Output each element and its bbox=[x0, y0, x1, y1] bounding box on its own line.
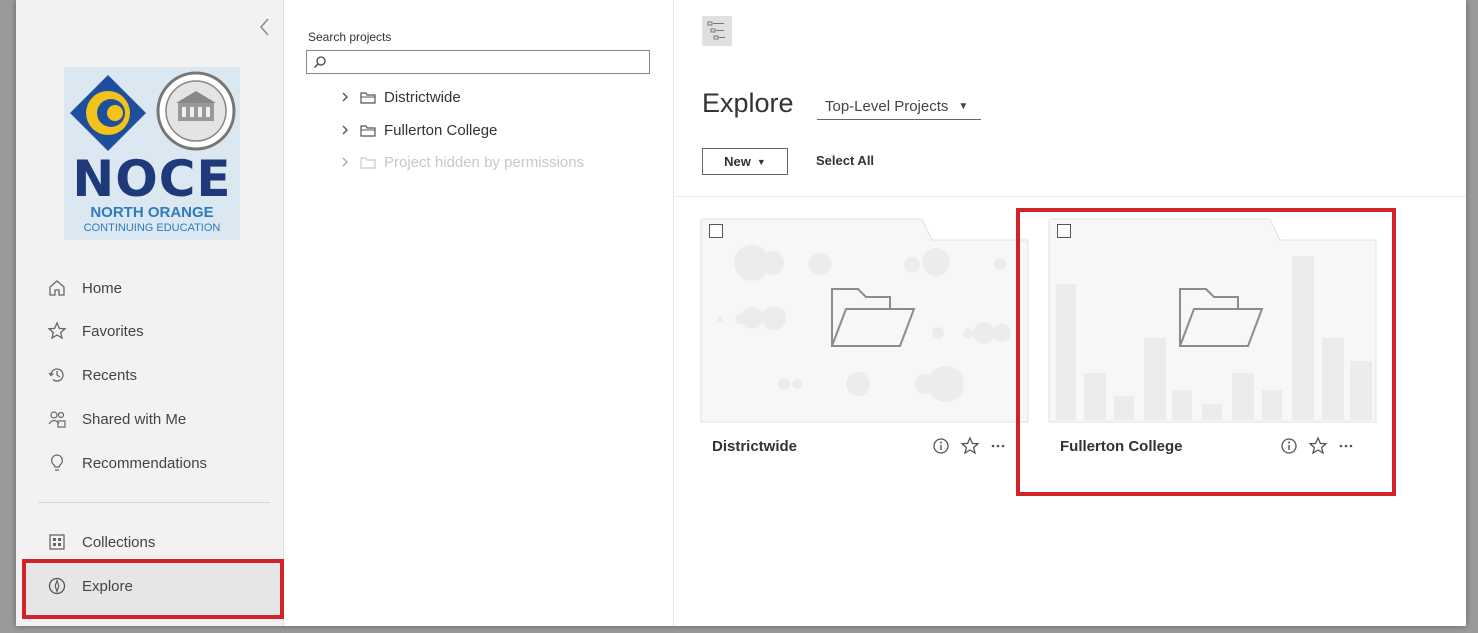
folder-icon bbox=[360, 123, 378, 137]
sidebar-item-recents[interactable]: Recents bbox=[46, 360, 137, 390]
sidebar-item-label: Home bbox=[82, 279, 123, 297]
search-icon bbox=[314, 56, 326, 68]
tree-item-label: Project hidden by permissions bbox=[384, 153, 585, 171]
tree-item-hidden-project: Project hidden by permissions bbox=[340, 151, 584, 173]
star-icon[interactable] bbox=[960, 436, 980, 456]
info-icon[interactable] bbox=[1280, 437, 1298, 455]
chevron-right-icon[interactable] bbox=[340, 124, 354, 136]
logo-brand: NOCE bbox=[72, 150, 232, 208]
sidebar-divider bbox=[38, 502, 270, 503]
sidebar-item-favorites[interactable]: Favorites bbox=[46, 316, 144, 346]
sidebar-item-explore[interactable]: Explore bbox=[46, 571, 133, 601]
sidebar-item-label: Shared with Me bbox=[82, 410, 187, 428]
collections-icon bbox=[46, 531, 68, 553]
tree-item-districtwide[interactable]: Districtwide bbox=[340, 86, 461, 108]
tree-item-fullerton-college[interactable]: Fullerton College bbox=[340, 119, 497, 141]
project-thumbnail-circles bbox=[700, 218, 1029, 423]
list-details-icon bbox=[707, 21, 725, 40]
clock-icon bbox=[46, 364, 68, 386]
organization-logo: NOCE NORTH ORANGE CONTINUING EDUCATION bbox=[64, 67, 240, 240]
card-title: Districtwide bbox=[712, 438, 798, 455]
caret-down-icon: ▼ bbox=[958, 101, 969, 112]
sidebar-item-label: Collections bbox=[82, 533, 156, 551]
card-checkbox[interactable] bbox=[1057, 224, 1071, 238]
chevron-right-icon bbox=[340, 156, 354, 168]
tree-item-label: Districtwide bbox=[384, 88, 461, 106]
sidebar-item-collections[interactable]: Collections bbox=[46, 527, 155, 557]
chevron-left-icon bbox=[260, 18, 269, 36]
card-actions bbox=[1280, 436, 1354, 456]
project-card-fullerton-college[interactable]: Fullerton College bbox=[1048, 218, 1378, 478]
app-window: NOCE NORTH ORANGE CONTINUING EDUCATION H… bbox=[16, 0, 1466, 626]
dropdown-value: Top-Level Projects bbox=[825, 98, 949, 115]
folder-icon bbox=[360, 155, 378, 169]
card-actions bbox=[932, 436, 1006, 456]
logo-line2: CONTINUING EDUCATION bbox=[83, 222, 221, 234]
project-card-districtwide[interactable]: Districtwide bbox=[700, 218, 1030, 478]
sidebar-item-label: Recommendations bbox=[82, 454, 208, 472]
caret-down-icon: ▼ bbox=[756, 156, 766, 167]
people-icon bbox=[46, 408, 68, 430]
search-projects-label: Search projects bbox=[308, 30, 392, 44]
project-level-dropdown[interactable]: Top-Level Projects ▼ bbox=[817, 94, 981, 120]
sidebar-item-recommendations[interactable]: Recommendations bbox=[46, 448, 207, 478]
explore-main: Explore Top-Level Projects ▼ New ▼ Selec… bbox=[674, 0, 1466, 626]
info-icon[interactable] bbox=[932, 437, 950, 455]
sidebar: NOCE NORTH ORANGE CONTINUING EDUCATION H… bbox=[16, 0, 284, 626]
details-panel-button[interactable] bbox=[702, 16, 732, 46]
card-checkbox[interactable] bbox=[709, 224, 723, 238]
toolbar-divider bbox=[674, 196, 1466, 197]
collapse-sidebar-button[interactable] bbox=[256, 16, 274, 38]
star-icon[interactable] bbox=[1308, 436, 1328, 456]
compass-icon bbox=[46, 575, 68, 597]
sidebar-item-shared-with-me[interactable]: Shared with Me bbox=[46, 404, 186, 434]
tree-item-label: Fullerton College bbox=[384, 121, 498, 139]
star-icon bbox=[46, 320, 68, 342]
project-tree-panel: Search projects Districtwide Fullerton C… bbox=[284, 0, 674, 626]
page-title: Explore bbox=[702, 88, 794, 118]
lightbulb-icon bbox=[46, 452, 68, 474]
project-thumbnail-bars bbox=[1048, 218, 1377, 423]
folder-icon bbox=[360, 90, 378, 104]
search-projects-input[interactable] bbox=[306, 50, 650, 74]
new-button[interactable]: New ▼ bbox=[702, 148, 788, 175]
select-all-link[interactable]: Select All bbox=[816, 153, 874, 168]
card-title: Fullerton College bbox=[1060, 438, 1183, 455]
more-icon[interactable] bbox=[1338, 441, 1354, 451]
sidebar-item-home[interactable]: Home bbox=[46, 273, 122, 303]
home-icon bbox=[46, 277, 68, 299]
sidebar-item-label: Favorites bbox=[82, 322, 144, 340]
new-button-label: New bbox=[724, 154, 751, 169]
more-icon[interactable] bbox=[990, 441, 1006, 451]
chevron-right-icon[interactable] bbox=[340, 91, 354, 103]
logo-line1: NORTH ORANGE bbox=[90, 204, 214, 221]
sidebar-item-label: Explore bbox=[82, 577, 133, 595]
sidebar-item-label: Recents bbox=[82, 366, 138, 384]
